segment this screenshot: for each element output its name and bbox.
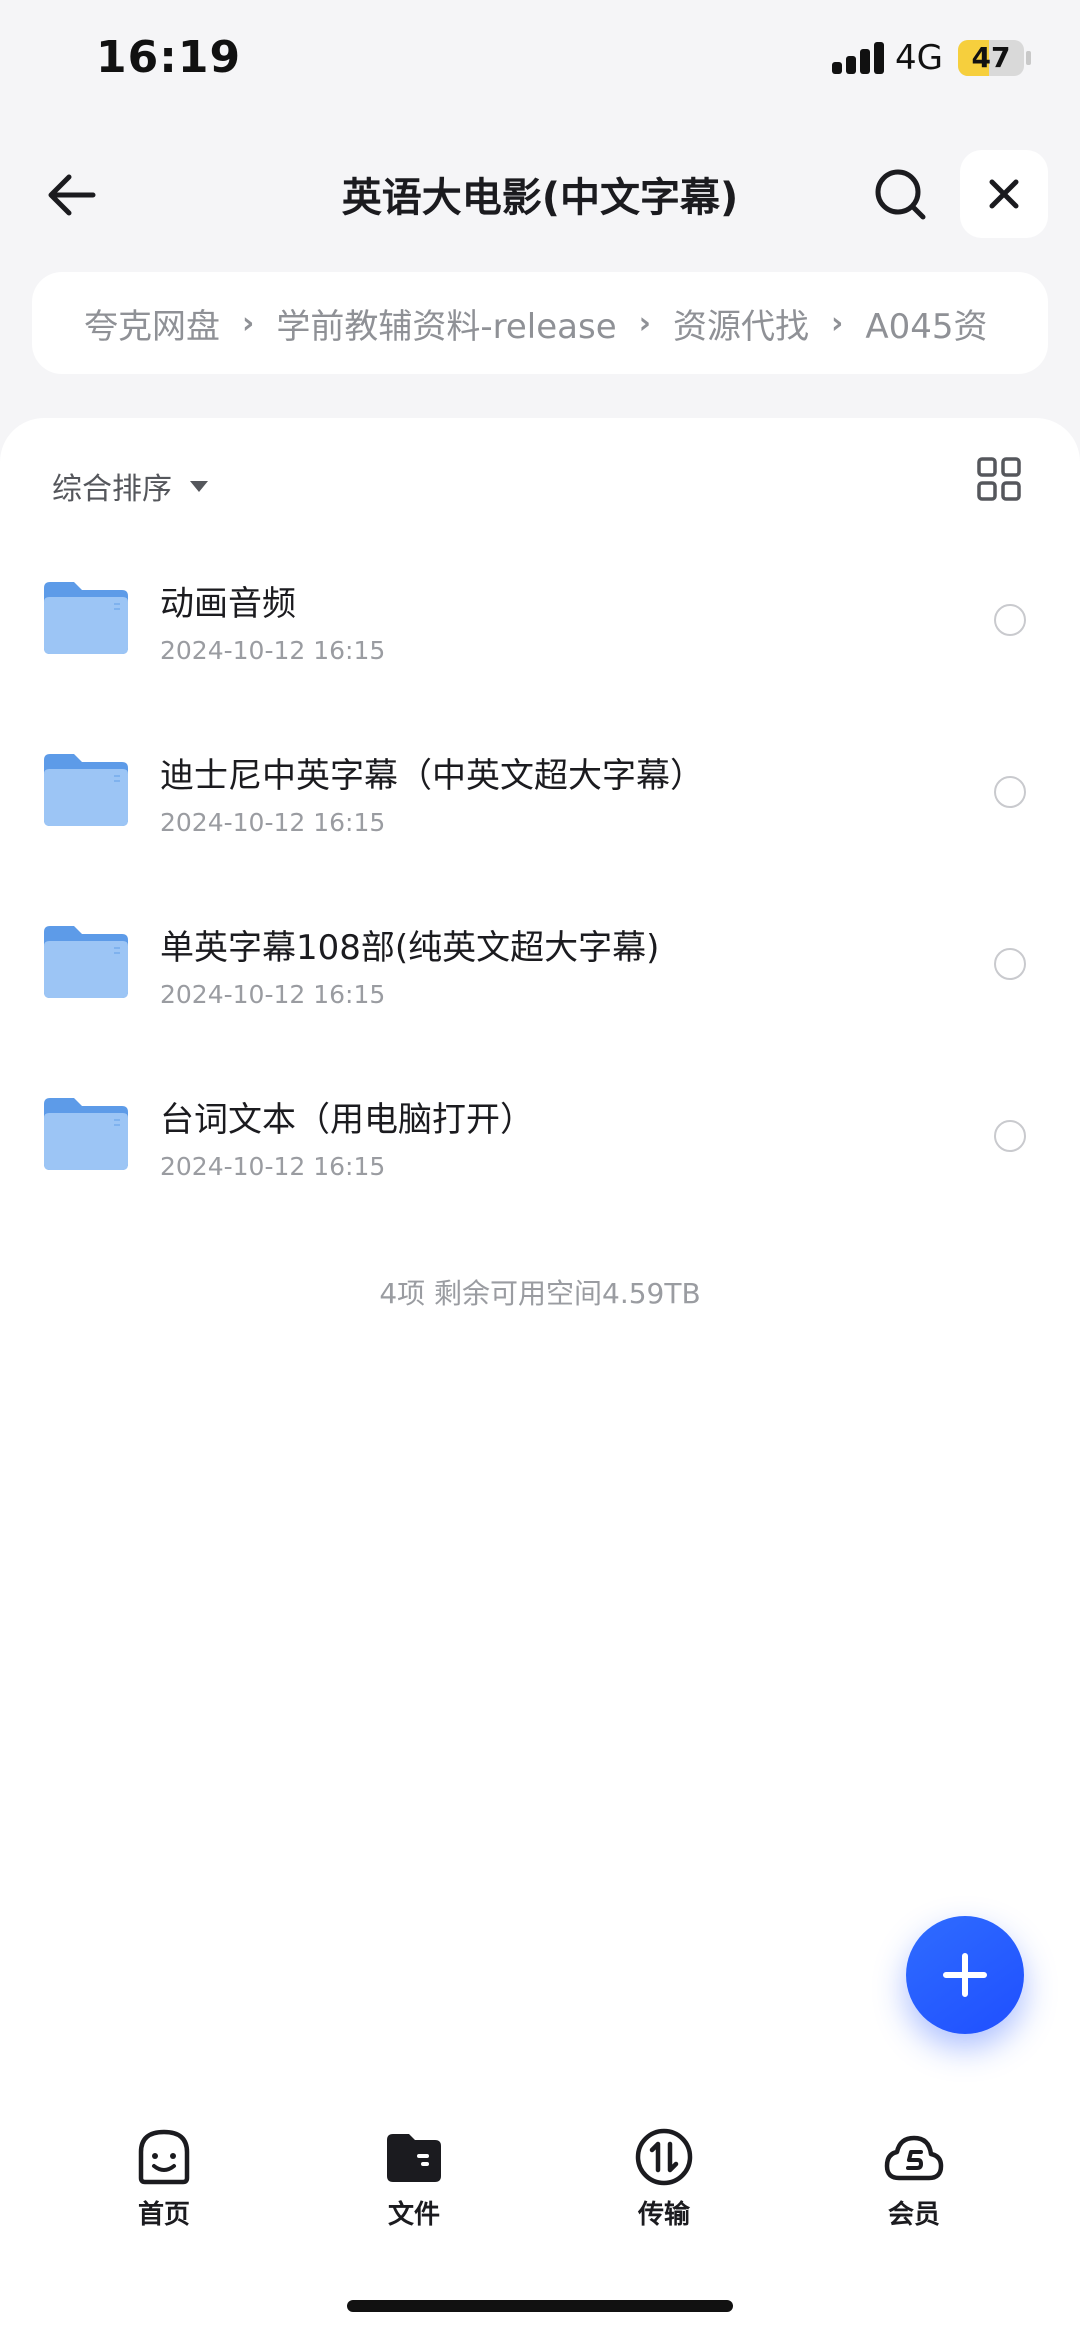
file-list: 动画音频 2024-10-12 16:15 迪士尼中英字幕（中英文超大字幕） 2… [0, 536, 1080, 1224]
file-panel: 综合排序 动画音频 2024-10-12 16:15 迪士尼中英字幕（中英文超大 [0, 418, 1080, 2337]
chevron-right-icon: › [831, 305, 844, 341]
transfer-icon [635, 2128, 693, 2186]
back-button[interactable] [36, 160, 106, 230]
folder-icon [44, 754, 128, 826]
breadcrumb-item[interactable]: A045资 [865, 299, 987, 348]
tab-vip[interactable]: 会员 [834, 2126, 994, 2236]
bottom-tab-bar: 首页 文件 传输 会员 [0, 2110, 1080, 2250]
battery-icon: 47 [958, 40, 1024, 76]
tab-label: 会员 [887, 2200, 940, 2230]
breadcrumb: 夸克网盘 › 学前教辅资料-release › 资源代找 › A045资 [32, 272, 1048, 374]
file-row[interactable]: 动画音频 2024-10-12 16:15 [0, 536, 1080, 708]
home-indicator [347, 2300, 733, 2312]
arrow-left-icon [48, 174, 96, 216]
folder-icon [44, 582, 128, 654]
grid-view-icon[interactable] [976, 456, 1022, 502]
tab-label: 文件 [387, 2200, 440, 2230]
folder-filled-icon [387, 2134, 441, 2182]
chevron-right-icon: › [638, 305, 651, 341]
sort-dropdown[interactable]: 综合排序 [52, 458, 208, 514]
battery-tip [1026, 51, 1031, 65]
file-date: 2024-10-12 16:15 [160, 808, 386, 837]
breadcrumb-item-root[interactable]: 夸克网盘 [84, 299, 220, 348]
smile-face-icon [138, 2129, 190, 2185]
tab-transfer[interactable]: 传输 [584, 2126, 744, 2236]
file-date: 2024-10-12 16:15 [160, 636, 386, 665]
storage-summary: 4项 剩余可用空间4.59TB [379, 1277, 701, 1310]
select-checkbox[interactable] [994, 1120, 1026, 1152]
search-icon [875, 169, 926, 220]
select-checkbox[interactable] [994, 948, 1026, 980]
breadcrumb-item[interactable]: 资源代找 [673, 299, 809, 348]
file-date: 2024-10-12 16:15 [160, 980, 386, 1009]
tab-files[interactable]: 文件 [334, 2126, 494, 2236]
folder-icon [44, 1098, 128, 1170]
search-button[interactable] [866, 160, 936, 230]
page-title: 英语大电影(中文字幕) [341, 175, 739, 221]
file-row[interactable]: 迪士尼中英字幕（中英文超大字幕） 2024-10-12 16:15 [0, 708, 1080, 880]
select-checkbox[interactable] [994, 776, 1026, 808]
plus-icon [943, 1953, 987, 1997]
file-name: 单英字幕108部(纯英文超大字幕) [160, 928, 660, 968]
select-checkbox[interactable] [994, 604, 1026, 636]
file-name: 台词文本（用电脑打开） [160, 1100, 534, 1140]
tab-label: 传输 [637, 2200, 690, 2230]
close-button[interactable] [960, 150, 1048, 238]
file-date: 2024-10-12 16:15 [160, 1152, 386, 1181]
signal-strength-icon [832, 42, 886, 74]
breadcrumb-item[interactable]: 学前教辅资料-release [276, 299, 616, 348]
file-name: 迪士尼中英字幕（中英文超大字幕） [160, 756, 704, 796]
file-row[interactable]: 单英字幕108部(纯英文超大字幕) 2024-10-12 16:15 [0, 880, 1080, 1052]
add-button[interactable] [906, 1916, 1024, 2034]
cloud-vip-icon [884, 2135, 944, 2181]
status-time: 16:19 [96, 32, 242, 83]
folder-icon [44, 926, 128, 998]
file-name: 动画音频 [160, 584, 296, 624]
chevron-right-icon: › [242, 305, 255, 341]
network-type: 4G [895, 38, 943, 78]
sort-label: 综合排序 [52, 472, 172, 507]
caret-down-icon [190, 480, 208, 492]
close-icon [989, 179, 1019, 209]
tab-label: 首页 [137, 2200, 190, 2230]
file-row[interactable]: 台词文本（用电脑打开） 2024-10-12 16:15 [0, 1052, 1080, 1224]
tab-home[interactable]: 首页 [84, 2126, 244, 2236]
battery-level: 47 [971, 41, 1011, 74]
status-bar: 16:19 4G 47 [0, 0, 1080, 120]
